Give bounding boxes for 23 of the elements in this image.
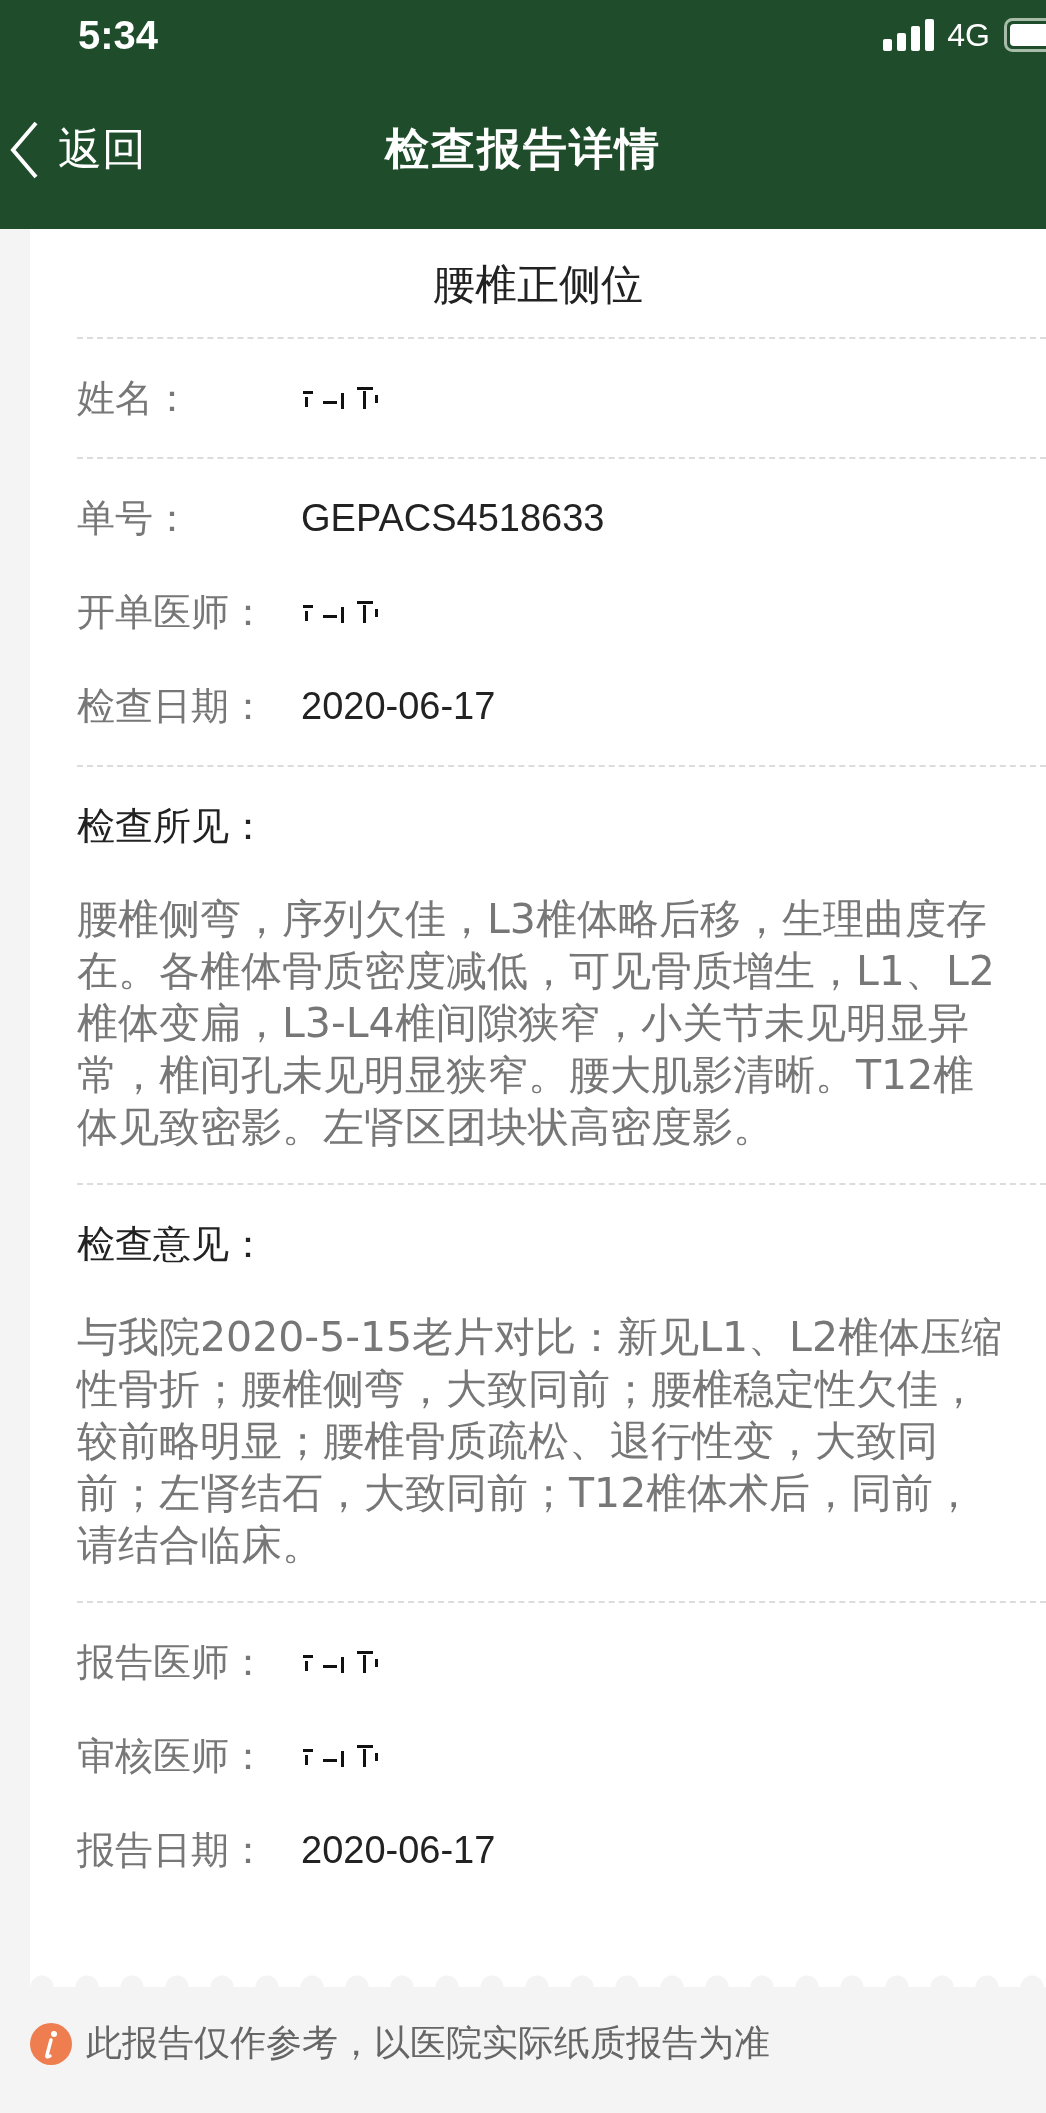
field-label: 审核医师：: [77, 1732, 268, 1780]
section-text: 与我院2020-5-15老片对比：新见L1、L2椎体压缩性骨折；腰椎侧弯，大致同前；腰椎稳定性欠佳，较前略明显；腰椎骨质疏松、退行性变，大致同前；左肾结石，大致同前；T12椎体术后，同前，请结合临床。: [77, 1312, 1004, 1571]
field-label: 单号：: [77, 494, 192, 542]
field-label: 开单医师：: [77, 588, 268, 636]
network-type: 4G: [947, 16, 990, 54]
field-label: 报告医师：: [77, 1638, 268, 1686]
field-label: 检查日期：: [77, 682, 268, 730]
back-chevron-icon: [10, 120, 38, 179]
status-time: 5:34: [78, 12, 159, 58]
field-value: GEPACS4518633: [301, 496, 605, 540]
section-heading: 检查所见：: [77, 802, 268, 850]
field-label: 报告日期：: [77, 1826, 268, 1874]
disclaimer-text: 此报告仅作参考，以医院实际纸质报告为准: [86, 2021, 770, 2065]
section-heading: 检查意见：: [77, 1220, 268, 1268]
page-title: 检查报告详情: [385, 122, 661, 176]
back-button[interactable]: 返回: [10, 114, 146, 185]
field-value: 2020-06-17: [301, 1828, 496, 1872]
battery-icon: [1004, 18, 1046, 52]
field-value: 2020-06-17: [301, 684, 496, 728]
field-label: 姓名：: [77, 374, 192, 422]
section-text: 腰椎侧弯，序列欠佳，L3椎体略后移，生理曲度存在。各椎体骨质密度减低，可见骨质增生，L1、L2椎体变扁，L3-L4椎间隙狭窄，小关节未见明显异常，椎间孔未见明显狭窄。腰大肌影清晰。T12椎体见致密影。左肾区团块状高密度影。: [77, 894, 996, 1153]
info-icon: [30, 2022, 72, 2065]
exam-name: 腰椎正侧位: [432, 259, 644, 311]
